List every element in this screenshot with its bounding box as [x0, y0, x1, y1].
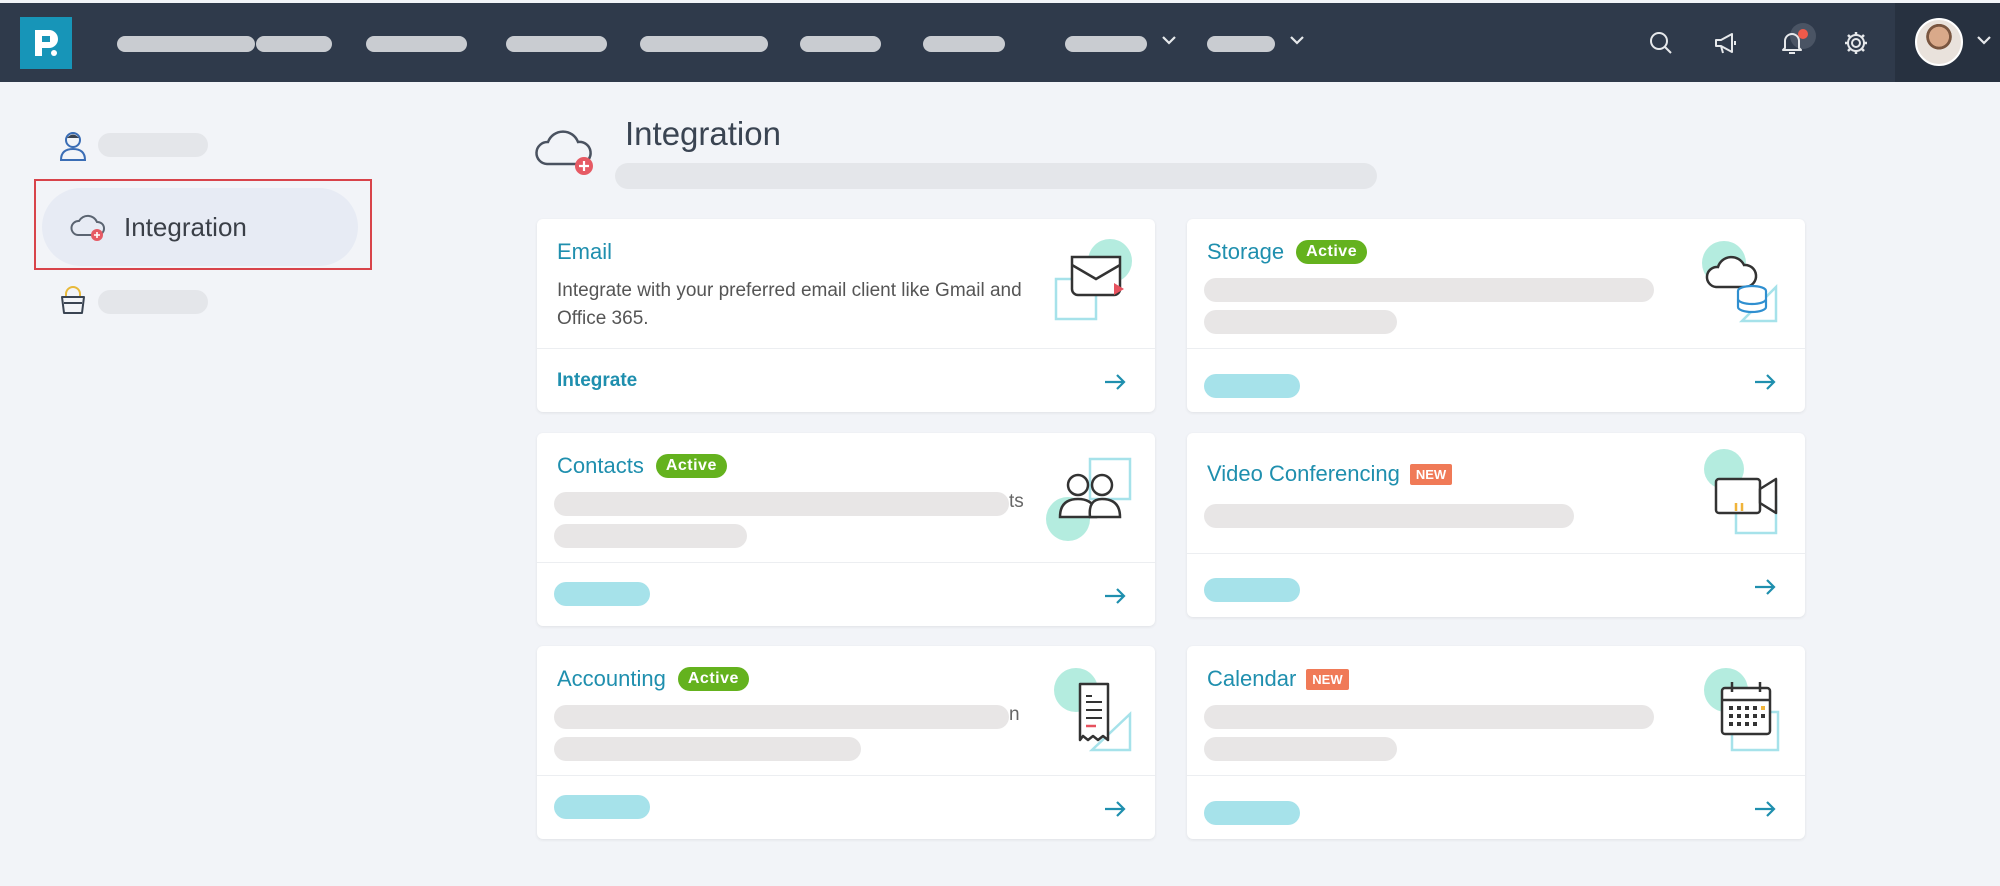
page-title: Integration	[625, 115, 781, 152]
card-description-line2	[1204, 310, 1397, 334]
card-description	[1204, 705, 1654, 729]
lock-basket-icon[interactable]	[58, 285, 88, 317]
divider	[1187, 775, 1805, 776]
card-action-link[interactable]	[554, 795, 650, 819]
nav-item-5[interactable]	[640, 36, 768, 52]
card-description-line2	[554, 524, 747, 548]
divider	[537, 348, 1155, 349]
nav-dropdown-1[interactable]	[1065, 36, 1147, 52]
card-title: Video Conferencing NEW	[1207, 461, 1453, 487]
card-action-link[interactable]	[1204, 374, 1300, 398]
sidebar-item-integration[interactable]: Integration	[42, 188, 358, 266]
card-description	[554, 705, 1009, 729]
card-action-link[interactable]	[1204, 578, 1300, 602]
card-description	[1204, 278, 1654, 302]
search-icon[interactable]	[1647, 29, 1675, 57]
integration-card-storage: Storage Active	[1187, 219, 1805, 412]
new-badge: NEW	[1306, 668, 1349, 690]
app-logo[interactable]	[20, 17, 72, 69]
profile-menu[interactable]	[1895, 3, 2000, 82]
integration-card-calendar: Calendar NEW	[1187, 646, 1805, 839]
cloud-add-icon	[535, 130, 593, 175]
card-title: Email	[557, 239, 613, 264]
card-title: Accounting Active	[557, 666, 749, 692]
avatar[interactable]	[1915, 18, 1963, 66]
user-profile-icon[interactable]	[58, 130, 88, 162]
bell-icon[interactable]	[1778, 29, 1806, 57]
nav-item-7[interactable]	[923, 36, 1005, 52]
arrow-right-icon[interactable]	[1103, 586, 1127, 606]
integration-card-email: Email Integrate with your preferred emai…	[537, 219, 1155, 412]
arrow-right-icon[interactable]	[1753, 577, 1777, 597]
top-navigation-bar	[0, 3, 2000, 82]
chevron-down-icon[interactable]	[1975, 31, 1993, 49]
nav-item-3[interactable]	[366, 36, 467, 52]
nav-item-4[interactable]	[506, 36, 607, 52]
card-action-link[interactable]	[1204, 801, 1300, 825]
divider	[1187, 553, 1805, 554]
arrow-right-icon[interactable]	[1753, 799, 1777, 819]
divider	[1187, 348, 1805, 349]
card-title: Contacts Active	[557, 453, 727, 479]
arrow-right-icon[interactable]	[1753, 372, 1777, 392]
chevron-down-icon[interactable]	[1288, 31, 1306, 49]
page-subtitle	[615, 163, 1377, 189]
divider	[537, 775, 1155, 776]
divider	[537, 562, 1155, 563]
chevron-down-icon[interactable]	[1160, 31, 1178, 49]
status-badge: Active	[1296, 240, 1368, 264]
new-badge: NEW	[1409, 463, 1453, 485]
status-badge: Active	[655, 454, 727, 478]
integration-card-accounting: Accounting Active n	[537, 646, 1155, 839]
description-fragment: n	[1009, 704, 1020, 725]
invoice-icon	[1054, 668, 1132, 752]
sidebar-item-label: Integration	[124, 211, 247, 242]
card-title: Storage Active	[1207, 239, 1368, 265]
nav-item-2[interactable]	[256, 36, 332, 52]
megaphone-icon[interactable]	[1712, 29, 1740, 57]
logo-icon	[35, 30, 58, 56]
cloud-storage-icon	[1702, 241, 1778, 323]
cloud-add-icon	[70, 214, 105, 241]
nav-item-1[interactable]	[117, 36, 255, 52]
nav-dropdown-2[interactable]	[1207, 36, 1275, 52]
card-description	[554, 492, 1009, 516]
integration-card-contacts: Contacts Active ts	[537, 433, 1155, 626]
calendar-icon	[1704, 668, 1780, 752]
email-icon	[1054, 239, 1132, 321]
card-description	[1204, 504, 1574, 528]
card-title: Calendar NEW	[1207, 666, 1349, 692]
gear-icon[interactable]	[1842, 29, 1870, 57]
status-badge: Active	[677, 667, 749, 691]
video-camera-icon	[1704, 449, 1778, 535]
contacts-icon	[1046, 457, 1132, 541]
integrate-link[interactable]: Integrate	[557, 370, 637, 392]
description-fragment: ts	[1009, 491, 1024, 512]
integration-card-video-conferencing: Video Conferencing NEW	[1187, 433, 1805, 617]
arrow-right-icon[interactable]	[1103, 372, 1127, 392]
card-description-line2	[554, 737, 861, 761]
card-action-link[interactable]	[554, 582, 650, 606]
sidebar-item-profile[interactable]	[98, 133, 208, 157]
nav-item-6[interactable]	[800, 36, 881, 52]
card-description-line2	[1204, 737, 1397, 761]
sidebar-item-other[interactable]	[98, 290, 208, 314]
card-description: Integrate with your preferred email clie…	[557, 280, 1022, 329]
arrow-right-icon[interactable]	[1103, 799, 1127, 819]
